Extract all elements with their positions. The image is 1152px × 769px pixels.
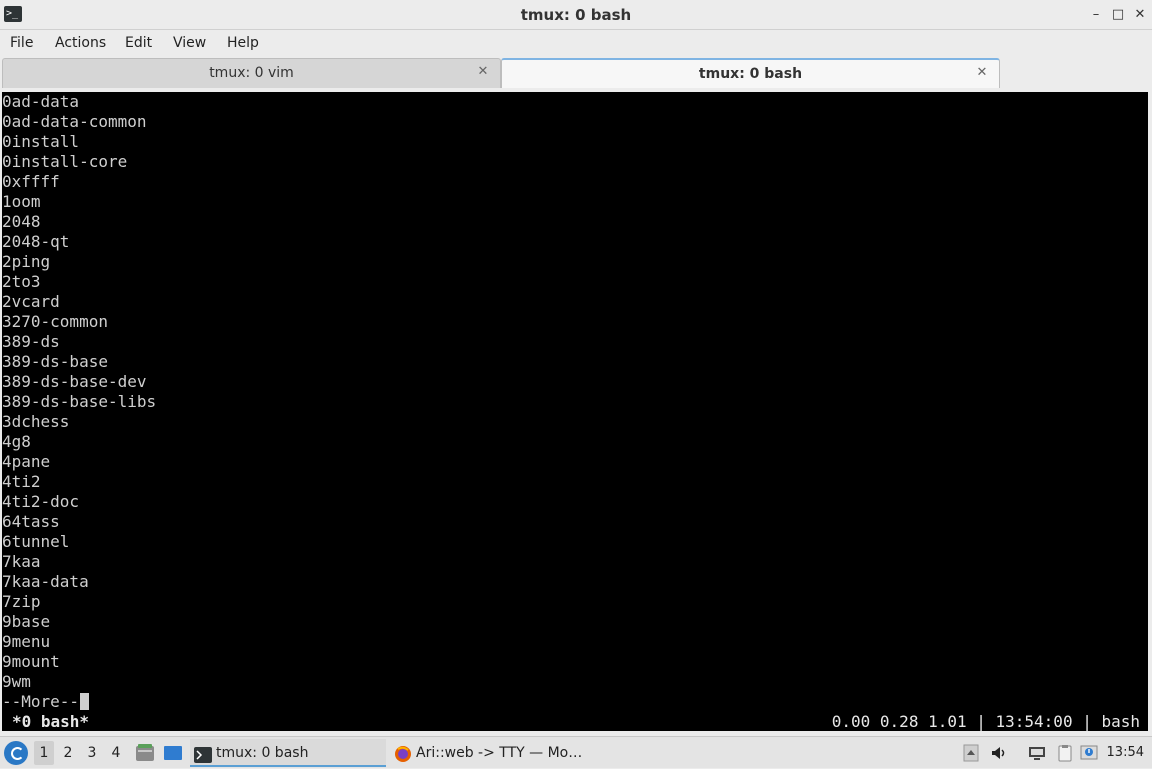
window-titlebar: >_ tmux: 0 bash – □ ✕ — [0, 0, 1152, 30]
menu-view[interactable]: View — [173, 30, 206, 56]
terminal-line: 1oom — [2, 192, 41, 211]
menu-actions[interactable]: Actions — [55, 30, 106, 56]
maximize-button[interactable]: □ — [1109, 6, 1127, 24]
network-icon[interactable] — [1028, 744, 1046, 762]
close-button[interactable]: ✕ — [1131, 6, 1149, 24]
task-firefox[interactable]: Ari::web -> TTY — Mo… — [390, 739, 584, 767]
file-manager-icon[interactable] — [134, 742, 156, 764]
tab-label: tmux: 0 vim — [209, 65, 294, 81]
close-tab-icon[interactable]: ✕ — [975, 66, 989, 80]
terminal-line: 389-ds-base-libs — [2, 392, 157, 411]
firefox-icon — [394, 745, 412, 762]
terminal-line: 64tass — [2, 512, 60, 531]
tab-bash[interactable]: tmux: 0 bash ✕ — [501, 58, 1000, 88]
pager-prompt: --More-- — [2, 692, 156, 712]
terminal-line: 2048-qt — [2, 232, 70, 251]
tmux-status-right: 0.00 0.28 1.01 | 13:54:00 | bash — [831, 712, 1140, 731]
start-menu-icon[interactable] — [4, 741, 28, 765]
tab-label: tmux: 0 bash — [698, 66, 803, 82]
text-cursor — [80, 693, 90, 710]
task-label: Ari::web -> TTY — Mo… — [416, 745, 583, 761]
menu-edit[interactable]: Edit — [125, 30, 152, 56]
terminal-line: 0ad-data-common — [2, 112, 147, 131]
terminal-line: 7zip — [2, 592, 41, 611]
terminal-line: 2to3 — [2, 272, 41, 291]
workspace-3[interactable]: 3 — [82, 741, 102, 765]
workspace-1[interactable]: 1 — [34, 741, 54, 765]
task-label: tmux: 0 bash — [216, 745, 309, 761]
terminal-line: 9base — [2, 612, 51, 631]
terminal-line: 7kaa — [2, 552, 41, 571]
terminal-line: 2048 — [2, 212, 41, 231]
tmux-window-list: *0 bash* — [12, 712, 90, 731]
menu-file[interactable]: File — [10, 30, 33, 56]
terminal-line: 3270-common — [2, 312, 108, 331]
clock[interactable]: 13:54 — [1107, 737, 1144, 769]
terminal-line: 2vcard — [2, 292, 60, 311]
workspace-4[interactable]: 4 — [106, 741, 126, 765]
terminal-line: 2ping — [2, 252, 51, 271]
tab-bar: tmux: 0 vim ✕ tmux: 0 bash ✕ — [0, 56, 1152, 90]
clipboard-icon[interactable] — [1056, 744, 1074, 762]
terminal-line: 4ti2 — [2, 472, 41, 491]
terminal-line: 389-ds-base — [2, 352, 108, 371]
terminal-line: 0install — [2, 132, 80, 151]
terminal-line: 4pane — [2, 452, 51, 471]
tmux-status-line: *0 bash* 0.00 0.28 1.01 | 13:54:00 | bas… — [2, 712, 1148, 731]
tab-vim[interactable]: tmux: 0 vim ✕ — [2, 58, 501, 88]
menubar: File Actions Edit View Help — [0, 30, 1152, 56]
minimize-button[interactable]: – — [1087, 6, 1105, 24]
task-terminal[interactable]: tmux: 0 bash — [190, 739, 386, 767]
terminal-line: 389-ds-base-dev — [2, 372, 147, 391]
terminal-line: 389-ds — [2, 332, 60, 351]
pager-prompt-text: --More-- — [2, 692, 80, 711]
terminal-line: 0xffff — [2, 172, 60, 191]
terminal-line: 0install-core — [2, 152, 128, 171]
terminal-line: 6tunnel — [2, 532, 70, 551]
terminal-area: 0ad-data 0ad-data-common 0install 0install-… — [0, 90, 1152, 733]
show-desktop-icon[interactable] — [162, 742, 184, 764]
volume-icon[interactable] — [990, 744, 1008, 762]
terminal-line: 4ti2-doc — [2, 492, 80, 511]
notification-icon[interactable] — [1080, 744, 1098, 762]
menu-help[interactable]: Help — [227, 30, 259, 56]
terminal-line: 7kaa-data — [2, 572, 89, 591]
terminal-output: 0ad-data 0ad-data-common 0install 0install-… — [2, 92, 156, 712]
terminal-icon — [194, 745, 212, 763]
terminal-line: 9mount — [2, 652, 60, 671]
window-title: tmux: 0 bash — [520, 6, 632, 24]
workspace-2[interactable]: 2 — [58, 741, 78, 765]
terminal-line: 9wm — [2, 672, 31, 691]
terminal-line: 0ad-data — [2, 92, 80, 111]
terminal-line: 9menu — [2, 632, 51, 651]
close-tab-icon[interactable]: ✕ — [476, 65, 490, 79]
terminal-line: 4g8 — [2, 432, 31, 451]
scroll-up-icon[interactable] — [962, 744, 980, 762]
taskbar: 1 2 3 4 tmux: 0 bash Ari::web -> TTY — M… — [0, 736, 1152, 768]
terminal-line: 3dchess — [2, 412, 70, 431]
terminal-screen[interactable]: 0ad-data 0ad-data-common 0install 0install-… — [2, 92, 1148, 731]
